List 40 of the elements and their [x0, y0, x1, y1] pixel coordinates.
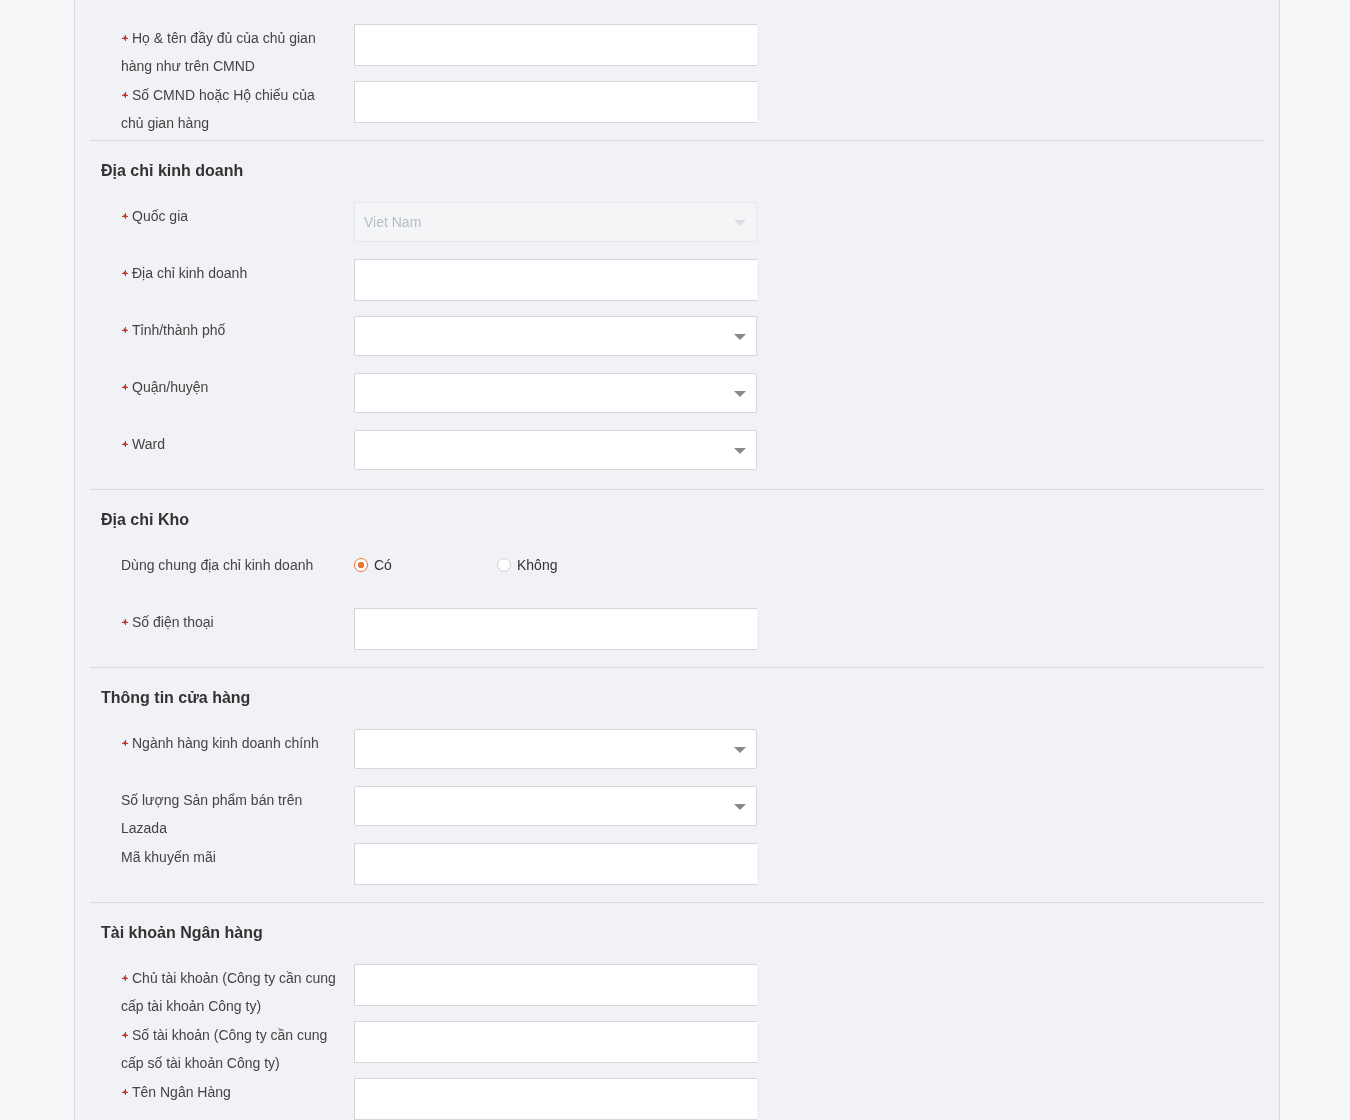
field-label: Số CMND hoặc Hộ chiếu của chủ gian hàng	[121, 86, 316, 133]
input-field[interactable]	[354, 608, 757, 650]
select-field[interactable]	[354, 786, 757, 826]
field-label: Tên Ngân Hàng	[121, 1078, 339, 1106]
input-field[interactable]	[354, 24, 757, 66]
input-field[interactable]	[354, 964, 757, 1006]
input-field[interactable]	[354, 1021, 757, 1063]
caret-icon	[734, 448, 746, 454]
select-field[interactable]	[354, 729, 757, 769]
input-field[interactable]	[354, 1078, 757, 1120]
field-label: Họ & tên đầy đủ của chủ gian hàng như trên CMND	[121, 29, 317, 76]
field-label: Số điện thoại	[121, 608, 339, 636]
field-label: Ngành hàng kinh doanh chính	[121, 729, 339, 757]
select-field[interactable]	[354, 316, 757, 356]
input-field[interactable]	[354, 259, 757, 301]
field-label: Quốc gia	[121, 202, 339, 230]
field-label: Chủ tài khoản (Công ty cần cung cấp tài khoản Công ty)	[121, 969, 337, 1016]
field-label: Số tài khoản (Công ty cần cung cấp số tài khoản Công ty)	[121, 1026, 329, 1073]
caret-icon	[734, 334, 746, 340]
section-heading: Địa chỉ kinh doanh	[100, 161, 245, 181]
input-field[interactable]	[354, 81, 757, 123]
field-label: Số lượng Sản phẩm bán trên Lazada	[121, 791, 304, 838]
section-heading: Địa chỉ Kho	[100, 510, 190, 530]
select-field[interactable]	[354, 430, 757, 470]
caret-icon	[734, 220, 746, 226]
field-label: Dùng chung địa chỉ kinh doanh	[121, 556, 315, 575]
input-field[interactable]	[354, 843, 757, 885]
radio-option[interactable]: Có	[354, 557, 497, 573]
caret-icon	[734, 747, 746, 753]
caret-icon	[734, 391, 746, 397]
select-field[interactable]	[354, 373, 757, 413]
section-heading: Thông tin cửa hàng	[100, 688, 252, 708]
field-label: Tỉnh/thành phố	[121, 316, 339, 344]
field-label: Mã khuyến mãi	[121, 848, 217, 867]
section-heading: Tài khoản Ngân hàng	[100, 923, 264, 943]
field-label: Địa chỉ kinh doanh	[121, 259, 339, 287]
radio-option[interactable]: Không	[497, 557, 640, 573]
caret-icon	[734, 804, 746, 810]
field-label: Quận/huyện	[121, 373, 339, 401]
field-label: Ward	[121, 430, 339, 458]
